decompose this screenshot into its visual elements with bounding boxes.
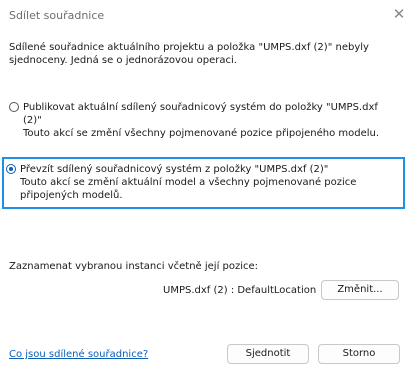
- change-button[interactable]: Změnit...: [321, 280, 399, 300]
- radio-publish[interactable]: [9, 102, 19, 112]
- cancel-button[interactable]: Storno: [318, 344, 400, 364]
- dialog-title: Sdílet souřadnice: [9, 9, 105, 22]
- instance-value: UMPS.dxf (2) : DefaultLocation: [163, 285, 317, 296]
- option-publish-label: Publikovat aktuální sdílený souřadnicový…: [23, 102, 378, 126]
- option-acquire-description: Touto akcí se změní aktuální model a vše…: [20, 177, 357, 201]
- option-acquire[interactable]: Převzít sdílený souřadnicový systém z po…: [6, 163, 392, 202]
- radio-acquire[interactable]: [6, 164, 16, 174]
- option-acquire-label: Převzít sdílený souřadnicový systém z po…: [20, 164, 329, 175]
- option-publish-description: Touto akcí se změní všechny pojmenované …: [23, 128, 380, 139]
- record-instance-label: Zaznamenat vybranou instanci včetně její…: [9, 261, 259, 272]
- option-publish[interactable]: Publikovat aktuální sdílený souřadnicový…: [9, 101, 395, 140]
- help-link[interactable]: Co jsou sdílené souřadnice?: [9, 349, 148, 360]
- reconcile-button[interactable]: Sjednotit: [227, 344, 309, 364]
- close-icon[interactable]: ✕: [391, 6, 407, 22]
- intro-text: Sdílené souřadnice aktuálního projektu a…: [9, 42, 369, 66]
- title-bar: Sdílet souřadnice ✕: [0, 0, 411, 30]
